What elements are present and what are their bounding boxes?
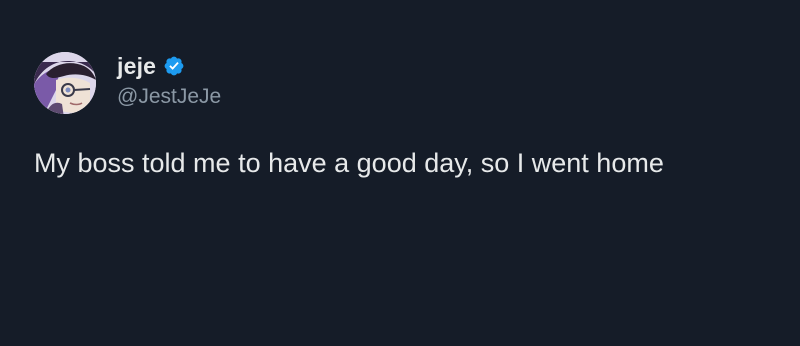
author-handle[interactable]: @JestJeJe xyxy=(117,85,221,109)
author-name-row: jeje xyxy=(117,50,185,82)
avatar[interactable] xyxy=(34,52,96,114)
tweet-text: My boss told me to have a good day, so I… xyxy=(34,148,664,178)
verified-badge-icon[interactable] xyxy=(163,55,185,77)
tweet-card[interactable]: jeje @JestJeJe My boss told me to have a… xyxy=(0,0,800,346)
author-display-name[interactable]: jeje xyxy=(117,53,156,80)
avatar-illustration-icon xyxy=(34,52,96,114)
